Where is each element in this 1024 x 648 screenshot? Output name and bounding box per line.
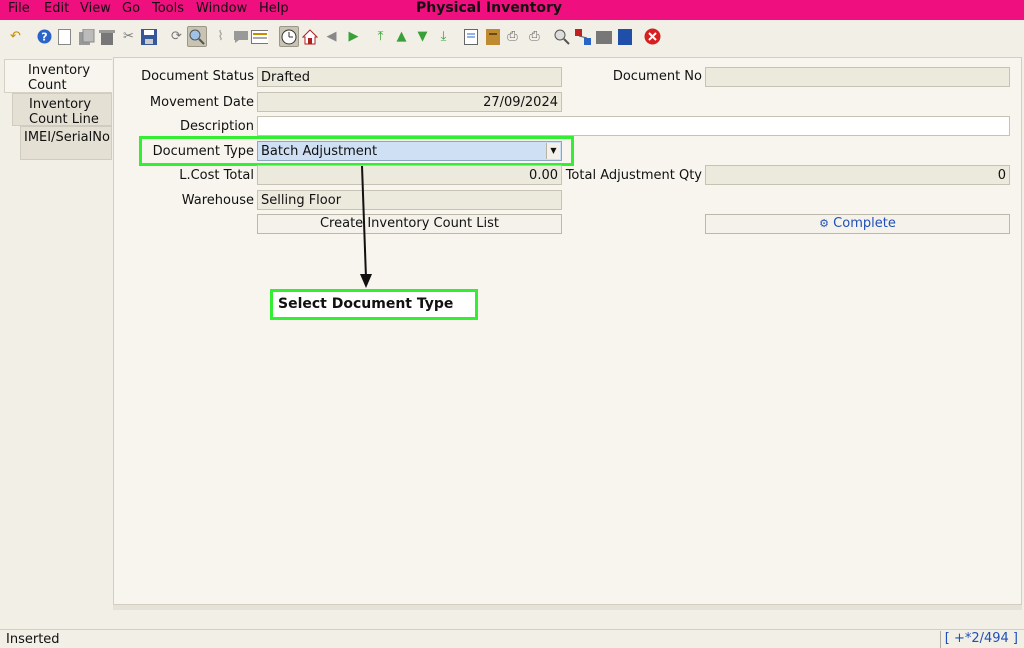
history-icon[interactable] [279,26,299,47]
product-info-icon[interactable] [595,28,612,45]
document-no-label: Document No [612,69,702,84]
lock-icon[interactable] [616,28,633,45]
status-bar: Inserted [ +*2/494 ] [0,629,1024,648]
back-icon[interactable]: ◀ [323,28,340,45]
movement-date-field[interactable]: 27/09/2024 [257,92,562,112]
tab-inventory-count[interactable]: Inventory Count [4,59,112,93]
annotation-callout: Select Document Type [270,289,478,320]
document-type-label: Document Type [152,144,254,159]
chevron-down-icon[interactable]: ▼ [546,143,560,159]
complete-button[interactable]: ⚙ Complete [705,214,1010,234]
new-icon[interactable] [56,28,73,45]
delete-icon[interactable] [98,28,115,45]
undo-icon[interactable]: ↶ [7,28,24,45]
total-adjustment-qty-field: 0 [705,165,1010,185]
last-record-icon[interactable]: ⤓ [435,28,452,45]
annotation-arrow [360,165,372,288]
warehouse-field: Selling Floor [257,190,562,210]
save-icon[interactable] [140,28,157,45]
toolbar: ↶ ? ✂ ⟳ ⌇ ◀ ▶ ⤒ ▲ ▼ ⤓ ⎙ ⎙ [0,20,1024,54]
previous-record-icon[interactable]: ▲ [393,28,410,45]
svg-text:?: ? [41,31,47,44]
status-message: Inserted [6,632,60,647]
panel-shadow [113,605,1022,610]
warehouse-label: Warehouse [181,193,254,208]
document-type-select[interactable]: Batch Adjustment ▼ [257,141,562,161]
help-icon[interactable]: ? [36,28,53,45]
tab-inventory-count-line[interactable]: Inventory Count Line [12,93,112,127]
home-icon[interactable] [301,28,318,45]
workflow-icon[interactable] [574,28,591,45]
movement-date-label: Movement Date [149,95,254,110]
document-no-field[interactable] [705,67,1010,87]
tab-imei-serialno[interactable]: IMEI/SerialNo [20,126,112,160]
forward-icon[interactable]: ▶ [345,28,362,45]
complete-button-label: Complete [833,216,896,231]
find-icon[interactable] [187,26,207,47]
grid-toggle-icon[interactable] [251,28,268,45]
chat-icon[interactable] [232,28,249,45]
copy-icon[interactable] [78,28,95,45]
zoom-across-icon[interactable] [553,28,570,45]
document-status-field: Drafted [257,67,562,87]
gear-icon: ⚙ [819,217,830,230]
description-input[interactable] [257,116,1010,136]
archive-icon[interactable] [484,28,501,45]
first-record-icon[interactable]: ⤒ [372,28,389,45]
refresh-icon[interactable]: ⟳ [168,28,185,45]
create-inventory-count-list-button[interactable]: Create Inventory Count List [257,214,562,234]
document-type-value: Batch Adjustment [261,144,378,159]
document-status-label: Document Status [141,69,254,84]
window-title: Physical Inventory [415,0,562,16]
record-navigation-info[interactable]: [ +*2/494 ] [939,631,1022,648]
menu-bar: File Edit View Go Tools Window Help Phys… [0,0,1024,20]
print-icon[interactable]: ⎙ [526,28,543,45]
delete-selection-icon[interactable]: ✂ [120,28,137,45]
close-window-icon[interactable] [644,28,661,45]
print-preview-icon[interactable]: ⎙ [504,28,521,45]
description-label: Description [179,119,254,134]
next-record-icon[interactable]: ▼ [414,28,431,45]
report-icon[interactable] [462,28,479,45]
attachment-icon[interactable]: ⌇ [212,28,229,45]
lcost-total-field: 0.00 [257,165,562,185]
lcost-total-label: L.Cost Total [179,168,254,183]
total-adjustment-qty-label: Total Adjustment Qty [565,168,702,183]
